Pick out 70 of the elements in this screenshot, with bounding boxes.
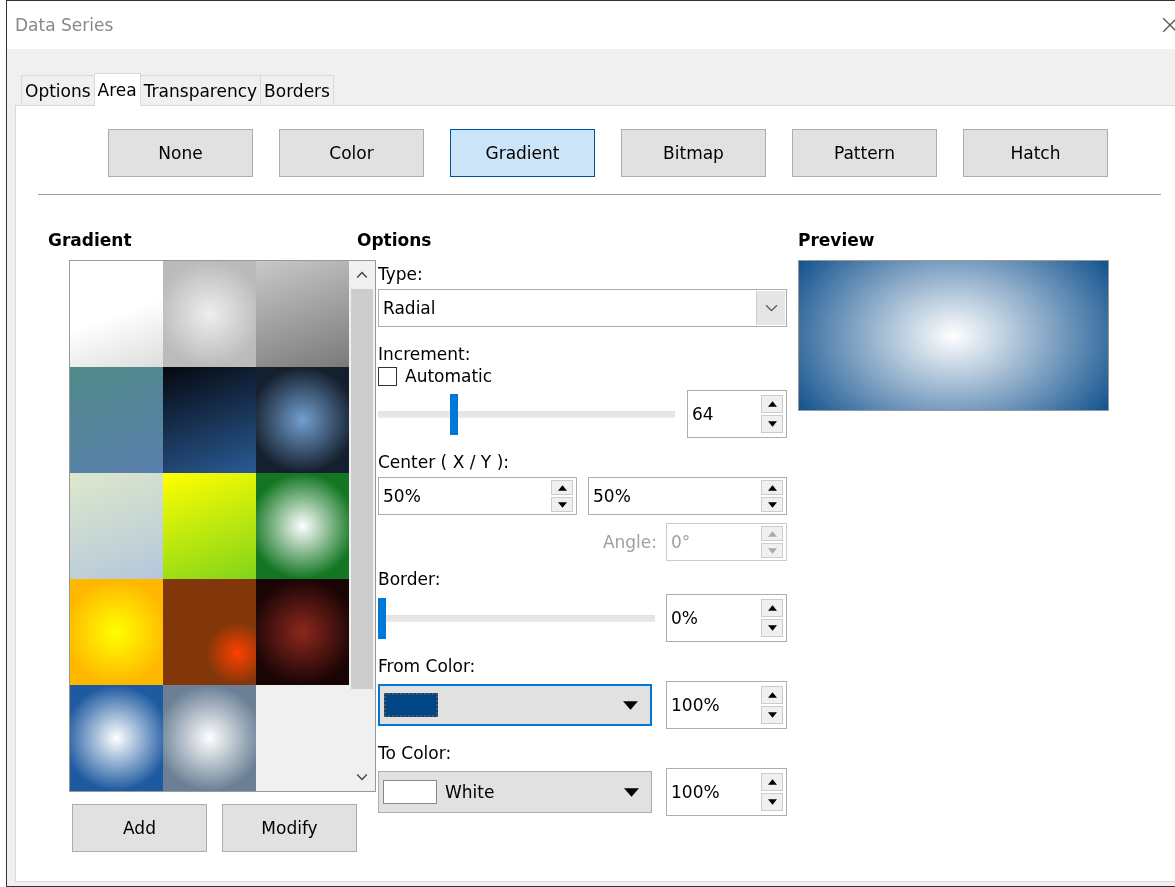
field-label: Border: xyxy=(378,568,442,590)
fill-type-button[interactable]: Hatch xyxy=(963,129,1108,177)
chevron-down-icon xyxy=(764,303,778,313)
down-arrow-icon xyxy=(557,501,567,508)
type-dropdown[interactable]: Radial xyxy=(378,289,787,327)
checkbox[interactable] xyxy=(378,366,397,386)
section-heading: Gradient xyxy=(48,230,133,250)
down-arrow-icon xyxy=(767,547,777,554)
fill-type-button[interactable]: None xyxy=(108,129,253,177)
spin-field[interactable]: 50% xyxy=(378,477,577,515)
spin-field[interactable]: 64 xyxy=(687,390,787,438)
field-label: Increment: xyxy=(378,343,472,365)
up-arrow-icon xyxy=(767,692,777,698)
dropdown-arrow-icon xyxy=(623,700,638,710)
gradient-swatch[interactable] xyxy=(256,367,349,473)
tab[interactable]: Options xyxy=(21,75,95,105)
gradient-swatch[interactable] xyxy=(70,579,163,685)
checkbox-label: Automatic xyxy=(405,366,493,386)
window-title: Data Series xyxy=(15,15,114,35)
spin-field[interactable]: 50% xyxy=(588,477,787,515)
down-arrow-icon xyxy=(767,712,777,718)
fill-type-button[interactable]: Pattern xyxy=(792,129,937,177)
section-heading: Options xyxy=(357,230,433,250)
down-arrow-icon xyxy=(767,625,777,631)
up-arrow-icon xyxy=(767,530,777,537)
gradient-swatch[interactable] xyxy=(70,261,163,367)
color-dropdown[interactable]: White xyxy=(378,771,652,813)
field-label: From Color: xyxy=(378,655,477,677)
field-label: Angle: xyxy=(602,532,657,552)
gradient-swatch[interactable] xyxy=(163,261,256,367)
gradient-swatch[interactable] xyxy=(256,261,349,367)
gradient-swatch[interactable] xyxy=(163,685,256,791)
up-arrow-icon xyxy=(767,401,777,407)
tab[interactable]: Area xyxy=(93,73,141,106)
up-arrow-icon xyxy=(557,484,567,491)
down-arrow-icon xyxy=(767,421,777,427)
scroll-up-icon[interactable] xyxy=(356,271,368,279)
tab[interactable]: Borders xyxy=(260,75,334,105)
slider-thumb[interactable] xyxy=(378,597,386,639)
up-arrow-icon xyxy=(767,484,777,491)
push-button[interactable]: Add xyxy=(72,804,207,852)
down-arrow-icon xyxy=(767,799,777,805)
gradient-swatch[interactable] xyxy=(163,473,256,579)
field-label: To Color: xyxy=(378,742,453,764)
spin-field: 0° xyxy=(666,523,787,561)
spin-field[interactable]: 100% xyxy=(666,681,787,729)
fill-type-button[interactable]: Gradient xyxy=(450,129,595,177)
field-label: Center ( X / Y ): xyxy=(378,451,510,473)
scroll-down-icon[interactable] xyxy=(356,773,368,781)
gradient-swatch[interactable] xyxy=(256,473,349,579)
up-arrow-icon xyxy=(767,605,777,611)
gradient-swatch[interactable] xyxy=(70,685,163,791)
down-arrow-icon xyxy=(767,501,777,508)
up-arrow-icon xyxy=(767,779,777,785)
section-heading: Preview xyxy=(798,230,876,250)
gradient-swatch[interactable] xyxy=(70,367,163,473)
color-dropdown[interactable] xyxy=(378,684,652,726)
close-icon[interactable] xyxy=(1161,16,1175,34)
gradient-swatch[interactable] xyxy=(163,579,256,685)
slider-thumb[interactable] xyxy=(450,393,459,435)
push-button[interactable]: Modify xyxy=(222,804,357,852)
dropdown-arrow-icon xyxy=(624,787,639,797)
fill-type-button[interactable]: Color xyxy=(279,129,424,177)
field-label: Type: xyxy=(378,263,424,285)
fill-type-button[interactable]: Bitmap xyxy=(621,129,766,177)
spin-field[interactable]: 0% xyxy=(666,594,787,642)
gradient-swatch[interactable] xyxy=(70,473,163,579)
spin-field[interactable]: 100% xyxy=(666,768,787,816)
gradient-swatch[interactable] xyxy=(163,367,256,473)
gradient-swatch[interactable] xyxy=(256,579,349,685)
